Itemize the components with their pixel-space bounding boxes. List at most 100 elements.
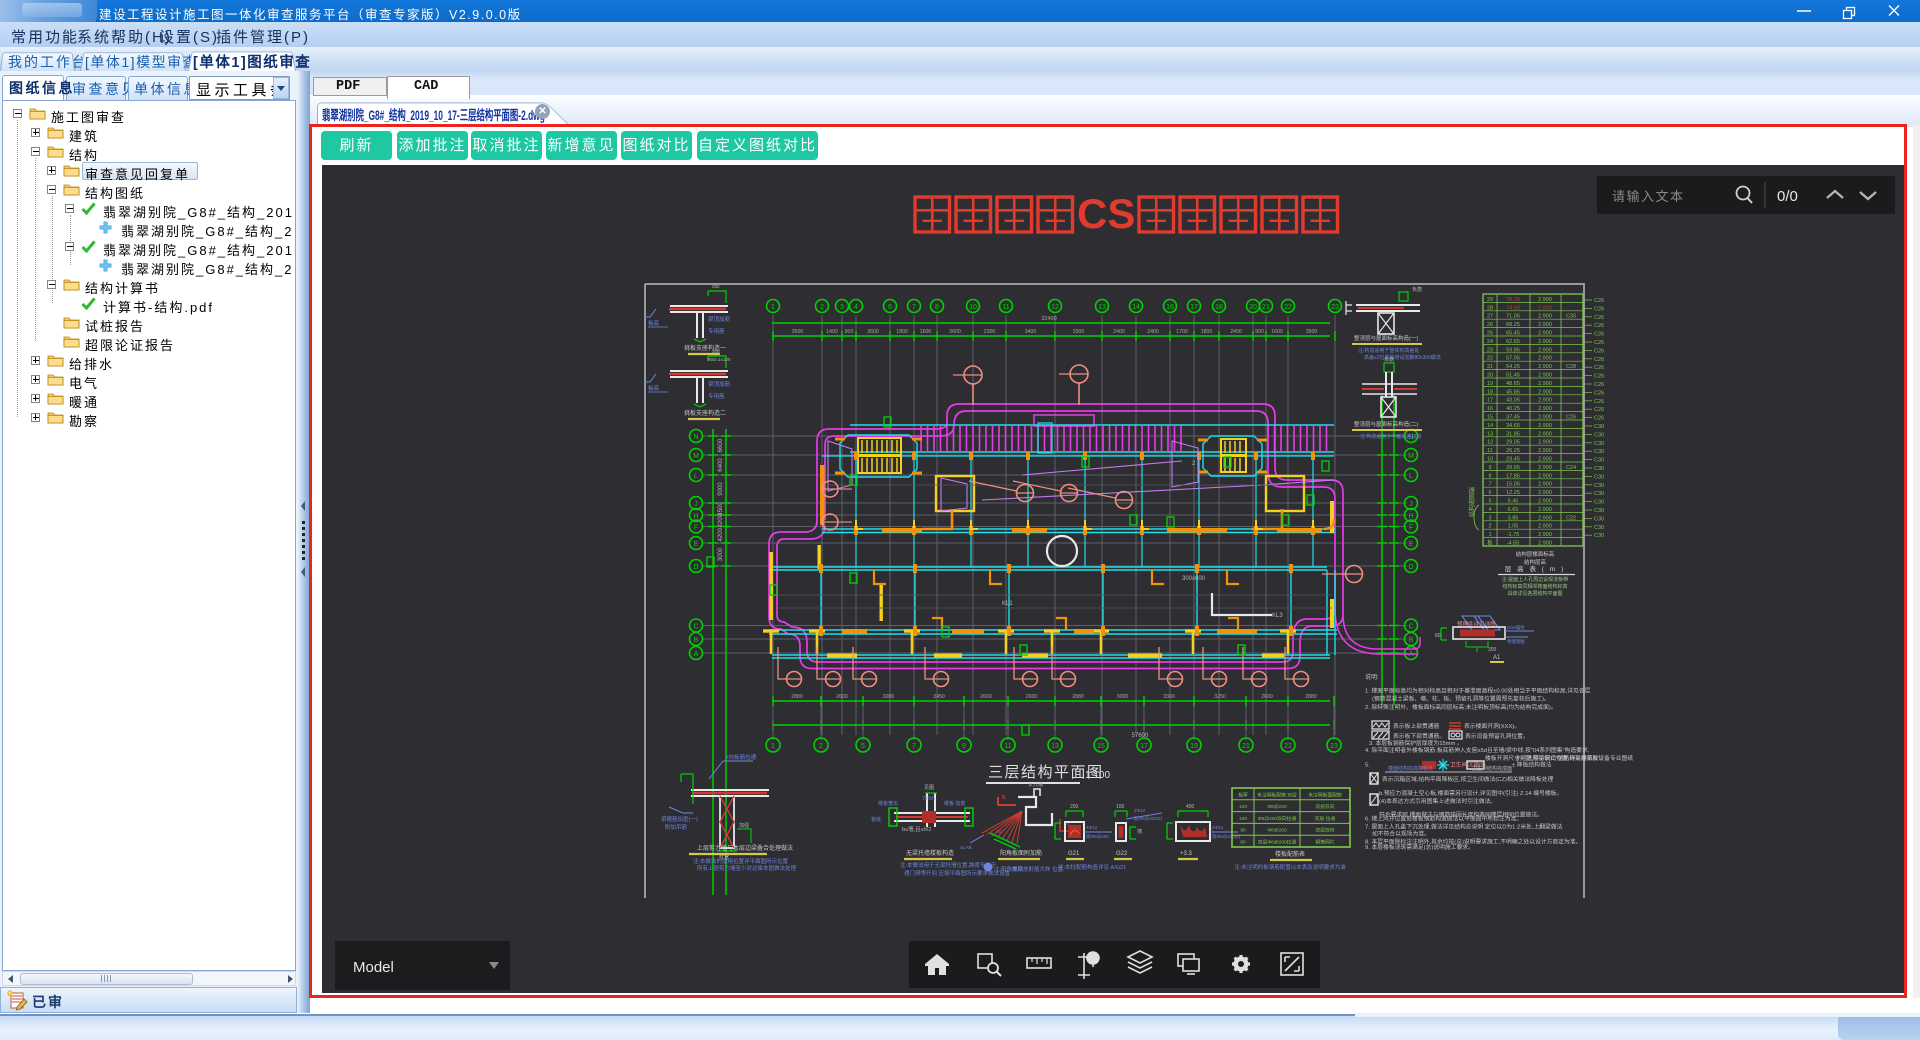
svg-text:双层Φ8@200拉通: 双层Φ8@200拉通 [1258, 838, 1297, 845]
svg-text:80: 80 [1435, 633, 1441, 639]
svg-text:21: 21 [1242, 743, 1250, 750]
svg-text:2.900: 2.900 [1538, 465, 1552, 471]
svg-text:31.85: 31.85 [1506, 431, 1520, 437]
svg-text:注:本做法的适用位置详平面图所示位置: 注:本做法的适用位置详平面图所示位置 [693, 857, 789, 865]
svg-text:请输入文本: 请输入文本 [1612, 189, 1685, 204]
svg-text:2.900: 2.900 [1538, 457, 1552, 463]
svg-text:未注明板配筋 双层: 未注明板配筋 双层 [1257, 791, 1297, 798]
svg-text:9.45: 9.45 [1508, 499, 1519, 505]
svg-text:4Φ14: 4Φ14 [1212, 825, 1224, 830]
svg-text:板厚: 板厚 [1238, 791, 1248, 798]
svg-text:C30: C30 [1594, 458, 1604, 464]
svg-text:负筋: 负筋 [1412, 286, 1422, 293]
svg-text:2Φ12: 2Φ12 [1134, 808, 1146, 813]
svg-text:C30: C30 [1594, 466, 1604, 472]
svg-text:7. 屋面上人孔盖下沉处理,做法详见结构总说明 定位以D为1: 7. 屋面上人孔盖下沉处理,做法详见结构总说明 定位以D为1.2米处,上翻梁做法 [1365, 823, 1563, 831]
svg-text:结构层楼面标高: 结构层楼面标高 [1516, 550, 1555, 558]
svg-text:双层双向: 双层双向 [1315, 827, 1334, 834]
svg-text:2.900: 2.900 [1538, 322, 1552, 328]
svg-text:无梁托墙楼板构造: 无梁托墙楼板构造 [906, 849, 954, 857]
svg-text:1: 1 [771, 743, 775, 750]
svg-text:13: 13 [1098, 304, 1106, 311]
svg-text:2400: 2400 [1230, 329, 1242, 335]
svg-text:C26: C26 [1594, 357, 1604, 363]
svg-text:100: 100 [1239, 816, 1247, 822]
svg-text:L: L [1409, 473, 1413, 480]
svg-text:M: M [1408, 453, 1414, 460]
svg-text:2.900: 2.900 [1538, 499, 1552, 505]
svg-text:7: 7 [912, 743, 916, 750]
svg-text:14: 14 [1487, 423, 1493, 429]
svg-text:H: H [1408, 513, 1413, 520]
svg-text:2.900: 2.900 [1538, 541, 1552, 547]
svg-text:90: 90 [1240, 828, 1246, 834]
svg-text:层 高 表 ( m ): 层 高 表 ( m ) [1505, 564, 1565, 573]
svg-text:400: 400 [1186, 804, 1195, 810]
svg-text:Φ8@200: Φ8@200 [1267, 804, 1287, 810]
svg-text:17: 17 [1487, 398, 1493, 404]
svg-text:B: B [1409, 637, 1414, 644]
svg-text:C30: C30 [1594, 491, 1604, 497]
svg-text:预埋件详见详图: 预埋件详见详图 [1457, 620, 1496, 628]
svg-text:3000: 3000 [718, 547, 724, 561]
svg-text:2.900: 2.900 [1538, 482, 1552, 488]
svg-text:3000: 3000 [1117, 694, 1129, 700]
svg-text:65.45: 65.45 [1506, 331, 1520, 337]
svg-text:2.900: 2.900 [1538, 515, 1552, 521]
svg-text:J: J [1409, 501, 1413, 508]
svg-text:(钢筋混凝土梁板、墙、柱、板、预留孔洞等位置需预先复核后施工: (钢筋混凝土梁板、墙、柱、板、预留孔洞等位置需预先复核后施工)。 [1372, 695, 1550, 703]
svg-text:挑板支座构造一: 挑板支座构造一 [684, 344, 726, 352]
svg-text:± 降板结构做法: ± 降板结构做法 [1512, 761, 1552, 769]
svg-text:注:屋面上人孔周边设现浇板带: 注:屋面上人孔周边设现浇板带 [1502, 576, 1568, 583]
svg-text:注:本柱配筋构造详见 A/G21: 注:本柱配筋构造详见 A/G21 [1058, 863, 1126, 871]
svg-text:C26: C26 [1594, 365, 1604, 371]
svg-text:32400: 32400 [1041, 316, 1056, 322]
svg-text:5: 5 [1488, 499, 1491, 505]
svg-text:G22: G22 [1116, 851, 1128, 857]
svg-text:16: 16 [1487, 406, 1493, 412]
svg-text:板底: 板底 [648, 384, 660, 392]
svg-text:预埋钢板: 预埋钢板 [1507, 638, 1525, 645]
svg-text:22: 22 [1284, 743, 1292, 750]
svg-text:7: 7 [1488, 482, 1491, 488]
svg-text:梁顶加筋: 梁顶加筋 [708, 315, 731, 323]
svg-text:C26: C26 [1594, 407, 1604, 413]
svg-text:整浇层与屋面标高构造(二): 整浇层与屋面标高构造(二) [1354, 420, 1418, 428]
svg-text:3500: 3500 [792, 329, 804, 335]
svg-text:1800: 1800 [1201, 329, 1213, 335]
svg-text:20.65: 20.65 [1506, 465, 1520, 471]
svg-text:3450: 3450 [933, 694, 945, 700]
svg-text:E: E [694, 541, 699, 548]
svg-text:板: 板 [1487, 539, 1493, 547]
svg-text:b.预应力混凝土空心板,楼面需另行设计,详见图中(引注) Z: b.预应力混凝土空心板,楼面需另行设计,详见图中(引注) Z.14 编号楼板。 [1379, 789, 1562, 797]
svg-text:2.900: 2.900 [1538, 373, 1552, 379]
svg-text:21: 21 [1487, 364, 1493, 370]
svg-text:C26: C26 [1594, 399, 1604, 405]
svg-text:3500: 3500 [1306, 329, 1318, 335]
svg-text:3400: 3400 [1025, 329, 1037, 335]
svg-text:19: 19 [1487, 381, 1493, 387]
svg-text:4Φ12: 4Φ12 [1086, 825, 1098, 830]
svg-text:楼板 加筋: 楼板 加筋 [944, 800, 965, 807]
svg-text:E: E [1409, 541, 1414, 548]
svg-text:1:100: 1:100 [1085, 770, 1110, 781]
svg-text:C26: C26 [1594, 315, 1604, 321]
svg-text:C24: C24 [1566, 465, 1576, 471]
svg-text:11: 11 [1002, 304, 1009, 311]
svg-text:X向板筋拉通: X向板筋拉通 [725, 753, 757, 761]
svg-text:4: 4 [1488, 507, 1491, 513]
svg-text:2400: 2400 [1147, 329, 1159, 335]
svg-text:L: L [694, 473, 698, 480]
svg-text:11: 11 [1487, 448, 1493, 454]
svg-text:A1: A1 [1493, 655, 1501, 661]
svg-text:Φ8@200: Φ8@200 [1267, 828, 1287, 834]
svg-text:90d=1x100: 90d=1x100 [708, 357, 731, 362]
svg-text:2.900: 2.900 [1538, 440, 1552, 446]
svg-text:Model: Model [353, 959, 394, 976]
svg-text:900: 900 [845, 329, 854, 335]
svg-text:12: 12 [1487, 440, 1493, 446]
svg-text:D: D [693, 564, 698, 571]
svg-text:300: 300 [1488, 647, 1497, 653]
svg-text:整浇层与屋面标高构造(一): 整浇层与屋面标高构造(一) [1354, 334, 1418, 342]
svg-text:如不符合以现场为准。: 如不符合以现场为准。 [1372, 829, 1430, 837]
